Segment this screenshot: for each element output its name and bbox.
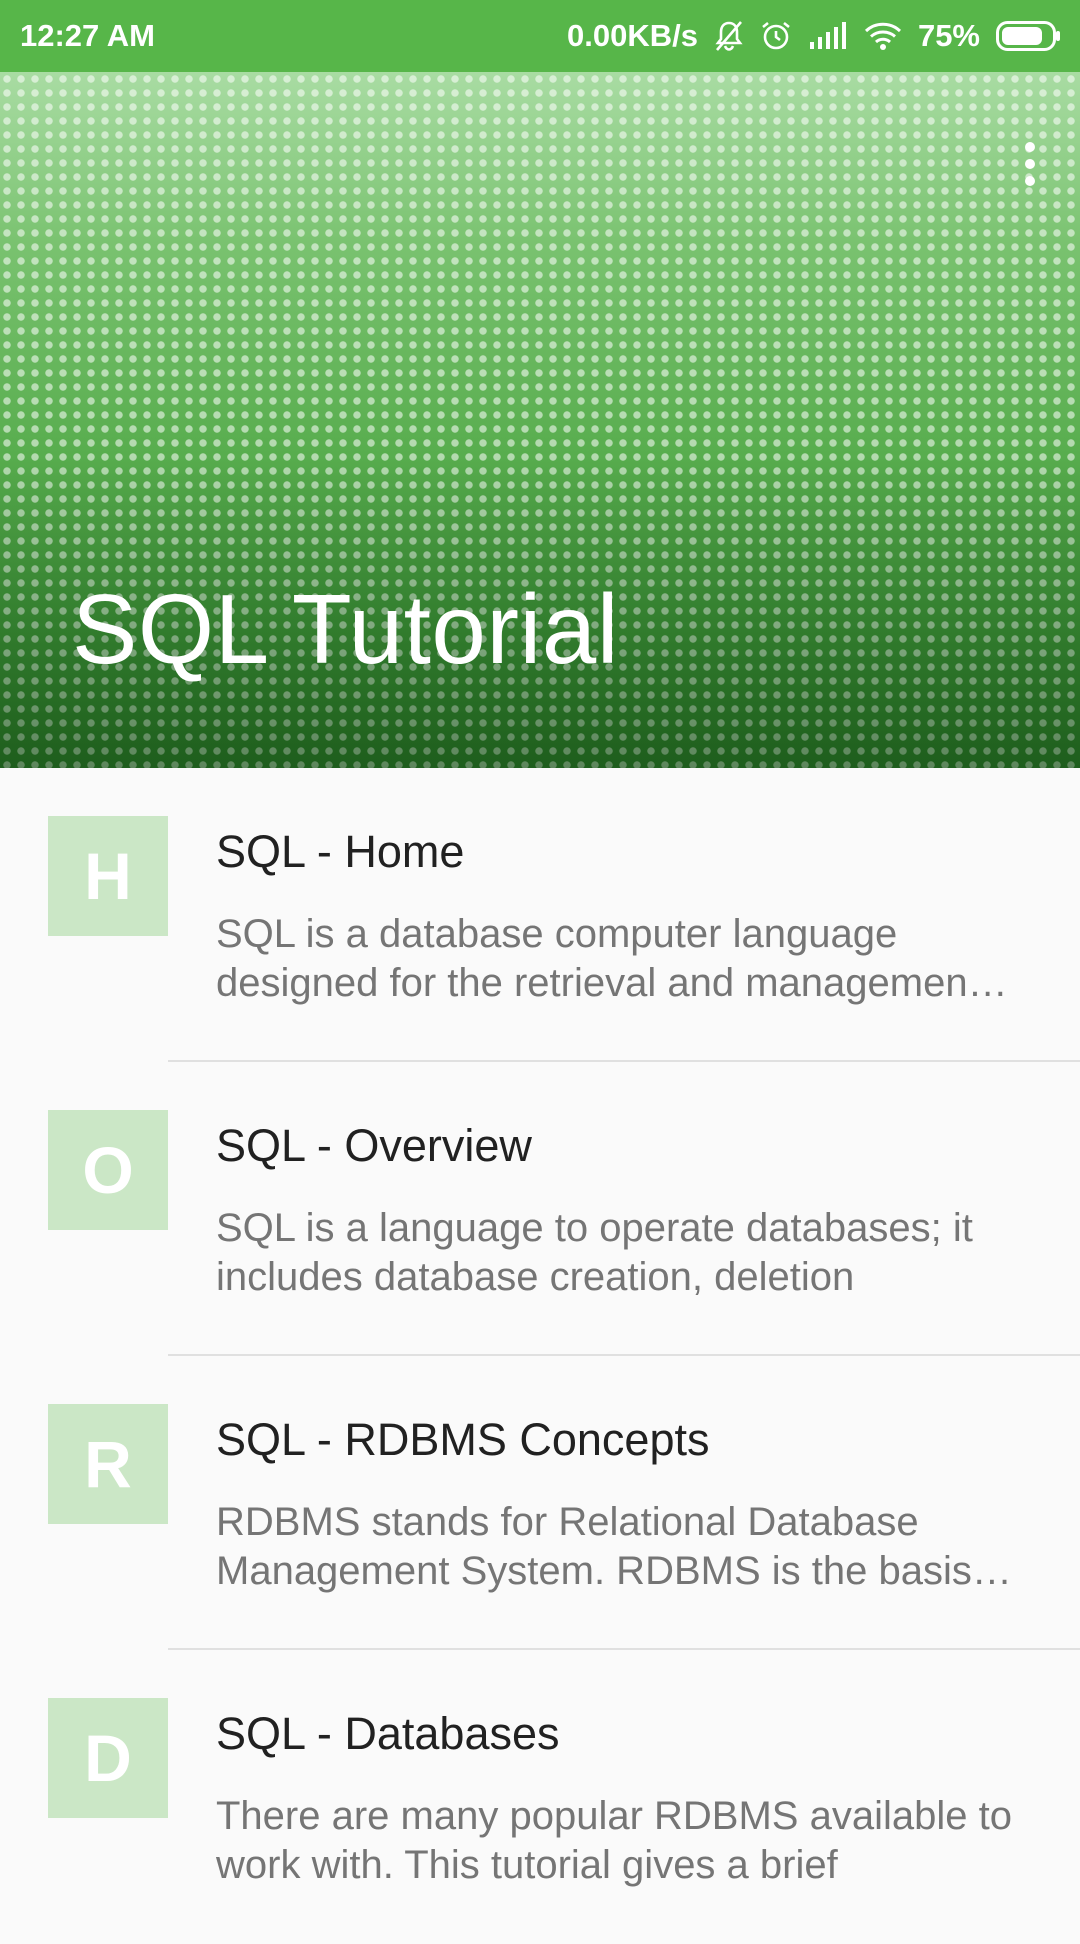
wifi-icon	[864, 21, 902, 51]
item-description-line1: There are many popular RDBMS available t…	[216, 1794, 1012, 1838]
list-item[interactable]: O SQL - Overview SQL is a language to op…	[0, 1062, 1080, 1356]
item-description-line1: SQL is a database computer language	[216, 912, 898, 956]
item-description-line1: SQL is a language to operate databases; …	[216, 1206, 973, 1250]
battery-percent: 75%	[917, 18, 980, 53]
item-description: There are many popular RDBMS available t…	[216, 1792, 1046, 1890]
bell-off-icon	[714, 20, 744, 52]
tutorial-list: H SQL - Home SQL is a database computer …	[0, 768, 1080, 1944]
item-title: SQL - RDBMS Concepts	[216, 1414, 710, 1465]
letter-avatar: R	[48, 1404, 168, 1524]
header-banner: SQL Tutorial	[0, 72, 1080, 768]
item-title: SQL - Overview	[216, 1120, 532, 1171]
item-description-line2: work with. This tutorial gives a brief	[216, 1843, 838, 1887]
item-description-line2: designed for the retrieval and managemen…	[216, 961, 1008, 1005]
list-item[interactable]: R SQL - RDBMS Concepts RDBMS stands for …	[0, 1356, 1080, 1650]
item-description: SQL is a database computer language desi…	[216, 910, 1046, 1008]
item-description-line2: includes database creation, deletion	[216, 1255, 855, 1299]
item-description-line1: RDBMS stands for Relational Database	[216, 1500, 919, 1544]
alarm-icon	[760, 20, 792, 52]
letter-avatar: D	[48, 1698, 168, 1818]
battery-icon	[996, 21, 1062, 51]
net-speed: 0.00KB/s	[566, 18, 698, 53]
letter-avatar: O	[48, 1110, 168, 1230]
item-title: SQL - Home	[216, 826, 465, 877]
item-title: SQL - Databases	[216, 1708, 560, 1759]
item-description: RDBMS stands for Relational Database Man…	[216, 1498, 1046, 1596]
letter-avatar: H	[48, 816, 168, 936]
item-description: SQL is a language to operate databases; …	[216, 1204, 1046, 1302]
status-bar: 12:27 AM 0.00KB/s 75%	[0, 0, 1080, 72]
page-title: SQL Tutorial	[72, 574, 620, 684]
status-indicators: 0.00KB/s 75%	[567, 18, 1062, 54]
list-item[interactable]: H SQL - Home SQL is a database computer …	[0, 768, 1080, 1062]
signal-icon	[808, 22, 848, 50]
item-description-line2: Management System. RDBMS is the basis…	[216, 1549, 1012, 1593]
more-vert-icon[interactable]	[1008, 128, 1052, 200]
status-time: 12:27 AM	[20, 18, 155, 53]
list-item[interactable]: D SQL - Databases There are many popular…	[0, 1650, 1080, 1944]
